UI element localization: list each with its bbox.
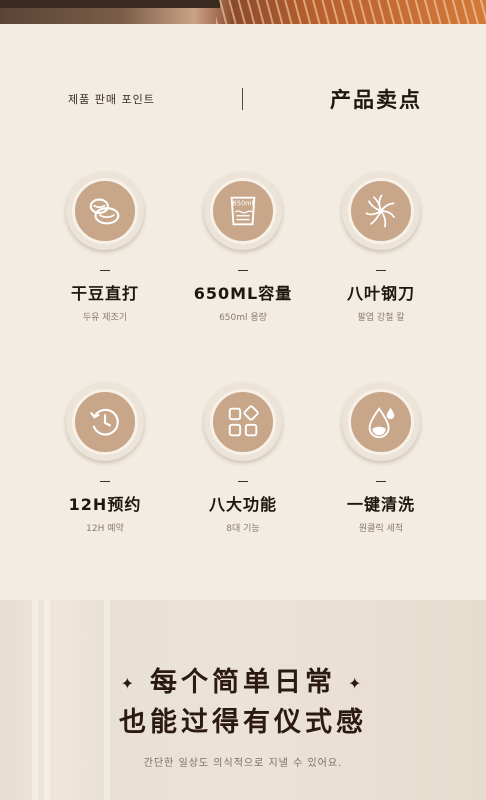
grid-functions-icon bbox=[228, 405, 259, 437]
measuring-cup-icon: 650ml bbox=[230, 196, 256, 226]
feature-icon-ring bbox=[204, 383, 282, 461]
eight-blade-icon bbox=[365, 194, 396, 228]
header-chinese-title: 产品卖点 bbox=[330, 88, 422, 112]
sparkle-icon: ✦ bbox=[348, 674, 366, 693]
feature-icon-ring bbox=[66, 383, 144, 461]
tagline-line-1-text: 每个简单日常 bbox=[150, 667, 336, 698]
top-banner-image bbox=[0, 0, 486, 24]
tagline-korean: 간단한 일상도 의식적으로 지낼 수 있어요. bbox=[143, 758, 343, 769]
feature-subtitle: 원클릭 세척 bbox=[358, 524, 404, 534]
feature-dash bbox=[238, 481, 248, 482]
banner-dark-bar bbox=[0, 0, 220, 8]
feature-subtitle: 12H 예약 bbox=[86, 524, 124, 534]
feature-item-capacity: 650ml 650ML容量 650ml 용량 bbox=[173, 172, 313, 323]
feature-title: 干豆直打 bbox=[70, 284, 139, 303]
tagline-line-2: 也能过得有仪式感 bbox=[119, 707, 367, 738]
feature-subtitle: 두유 제조기 bbox=[82, 313, 128, 323]
feature-title: 650ML容量 bbox=[193, 284, 293, 303]
section-header: 제품 판매 포인트 产品卖点 bbox=[0, 80, 486, 120]
feature-item-beans: 干豆直打 두유 제조기 bbox=[35, 172, 175, 323]
feature-item-timer: 12H预约 12H 예약 bbox=[35, 383, 175, 534]
feature-dash bbox=[376, 270, 386, 271]
feature-icon-ring bbox=[66, 172, 144, 250]
feature-icon-ring: 650ml bbox=[204, 172, 282, 250]
feature-icon-ring bbox=[342, 383, 420, 461]
feature-dash bbox=[376, 481, 386, 482]
feature-item-functions: 八大功能 8대 기능 bbox=[173, 383, 313, 534]
feature-item-blades: 八叶钢刀 팔엽 강철 칼 bbox=[311, 172, 451, 323]
cup-capacity-label: 650ml bbox=[233, 199, 254, 207]
water-drop-icon bbox=[368, 407, 395, 439]
feature-dash bbox=[100, 270, 110, 271]
tagline-line-1: ✦ 每个简单日常 ✦ bbox=[0, 660, 486, 699]
feature-subtitle: 8대 기능 bbox=[226, 524, 260, 534]
feature-title: 12H预约 bbox=[68, 495, 142, 514]
tagline-section: ✦ 每个简单日常 ✦ 也能过得有仪式感 간단한 일상도 의식적으로 지낼 수 있어요… bbox=[0, 600, 486, 800]
header-divider bbox=[242, 88, 243, 110]
feature-item-cleaning: 一键清洗 원클릭 세척 bbox=[311, 383, 451, 534]
feature-title: 八叶钢刀 bbox=[346, 284, 415, 303]
header-korean-title: 제품 판매 포인트 bbox=[68, 93, 155, 106]
beans-icon bbox=[89, 198, 120, 225]
sparkle-icon: ✦ bbox=[120, 674, 138, 693]
clock-timer-icon bbox=[89, 408, 119, 436]
feature-subtitle: 팔엽 강철 칼 bbox=[357, 313, 405, 323]
feature-title: 八大功能 bbox=[208, 495, 277, 514]
feature-dash bbox=[238, 270, 248, 271]
feature-title: 一键清洗 bbox=[346, 495, 415, 514]
feature-dash bbox=[100, 481, 110, 482]
feature-subtitle: 650ml 용량 bbox=[219, 313, 267, 323]
banner-rays-decoration bbox=[216, 0, 486, 24]
feature-icon-ring bbox=[342, 172, 420, 250]
